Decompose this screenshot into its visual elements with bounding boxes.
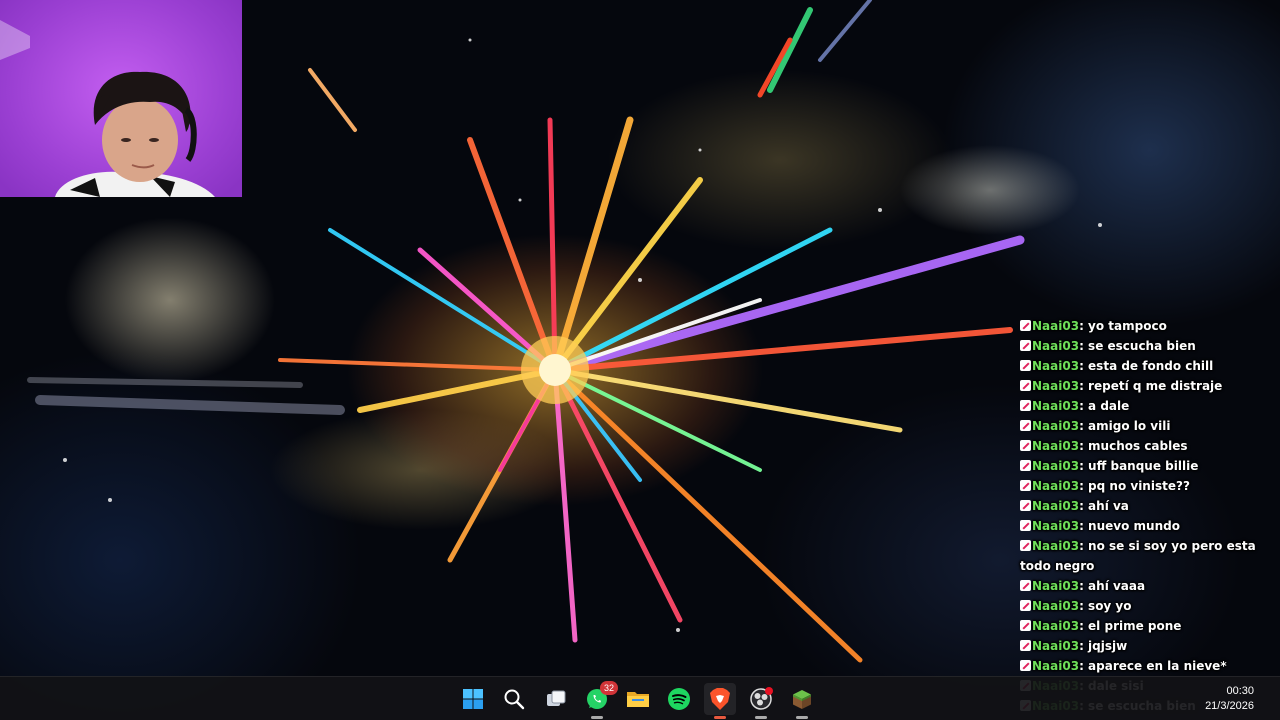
streamer-avatar xyxy=(55,71,215,197)
moderator-badge-icon xyxy=(1020,320,1031,331)
minecraft-button[interactable] xyxy=(786,683,818,719)
chat-username: Naai03 xyxy=(1032,539,1080,553)
chat-message: Naai03: el prime pone xyxy=(1020,616,1260,636)
chat-username: Naai03 xyxy=(1032,579,1080,593)
chat-username: Naai03 xyxy=(1032,639,1080,653)
file-explorer-button[interactable] xyxy=(622,683,654,715)
chat-message: Naai03: ahí vaaa xyxy=(1020,576,1260,596)
webcam-overlay xyxy=(0,0,242,197)
chat-username: Naai03 xyxy=(1032,319,1080,333)
search-icon xyxy=(504,689,525,710)
chat-username: Naai03 xyxy=(1032,519,1080,533)
chat-message: Naai03: nuevo mundo xyxy=(1020,516,1260,536)
chat-message: Naai03: repetí q me distraje xyxy=(1020,376,1260,396)
chat-message: Naai03: jqjsjw xyxy=(1020,636,1260,656)
chat-message: Naai03: no se si soy yo pero esta todo n… xyxy=(1020,539,1256,573)
whatsapp-button[interactable]: 32 xyxy=(581,681,618,719)
chat-username: Naai03 xyxy=(1032,659,1080,673)
chat-message: Naai03: pq no viniste?? xyxy=(1020,476,1260,496)
chat-message-text: yo tampoco xyxy=(1088,319,1167,333)
chat-message-text: uff banque billie xyxy=(1088,459,1199,473)
chat-username: Naai03 xyxy=(1032,599,1080,613)
chat-overlay: Naai03: yo tampoco Naai03: se escucha bie… xyxy=(1020,316,1260,716)
chat-message: Naai03: esta de fondo chill xyxy=(1020,356,1260,376)
obs-button[interactable] xyxy=(745,683,777,719)
chat-username: Naai03 xyxy=(1032,459,1080,473)
chat-message: Naai03: uff banque billie xyxy=(1020,456,1260,476)
chat-message: Naai03: aparece en la nieve* xyxy=(1020,656,1260,676)
obs-icon xyxy=(750,687,773,710)
moderator-badge-icon xyxy=(1020,660,1031,671)
running-indicator xyxy=(755,716,767,719)
chat-message: Naai03: amigo lo vili xyxy=(1020,416,1260,436)
chat-message-text: nuevo mundo xyxy=(1088,519,1180,533)
task-view-button[interactable] xyxy=(540,683,572,715)
search-button[interactable] xyxy=(498,683,530,715)
moderator-badge-icon xyxy=(1020,360,1031,371)
chat-message-text: pq no viniste?? xyxy=(1088,479,1190,493)
chat-username: Naai03 xyxy=(1032,499,1080,513)
chat-message: Naai03: ahí va xyxy=(1020,496,1260,516)
minecraft-icon xyxy=(793,690,811,709)
moderator-badge-icon xyxy=(1020,420,1031,431)
moderator-badge-icon xyxy=(1020,620,1031,631)
moderator-badge-icon xyxy=(1020,540,1031,551)
brave-browser-icon xyxy=(710,688,730,710)
moderator-badge-icon xyxy=(1020,640,1031,651)
moderator-badge-icon xyxy=(1020,580,1031,591)
chat-username: Naai03 xyxy=(1032,379,1080,393)
moderator-badge-icon xyxy=(1020,440,1031,451)
system-clock[interactable]: 00:30 21/3/2026 xyxy=(1205,684,1254,714)
chat-message-text: aparece en la nieve* xyxy=(1088,659,1227,673)
chat-message-text: esta de fondo chill xyxy=(1088,359,1214,373)
moderator-badge-icon xyxy=(1020,600,1031,611)
moderator-badge-icon xyxy=(1020,460,1031,471)
running-indicator xyxy=(714,716,726,719)
chat-username: Naai03 xyxy=(1032,399,1080,413)
task-view-icon xyxy=(547,690,566,706)
chat-message-text: amigo lo vili xyxy=(1088,419,1171,433)
moderator-badge-icon xyxy=(1020,400,1031,411)
chat-username: Naai03 xyxy=(1032,419,1080,433)
chat-message-text: ahí va xyxy=(1088,499,1129,513)
running-indicator xyxy=(591,716,603,719)
chat-message: Naai03: a dale xyxy=(1020,396,1260,416)
moderator-badge-icon xyxy=(1020,380,1031,391)
chat-username: Naai03 xyxy=(1032,619,1080,633)
chat-username: Naai03 xyxy=(1032,439,1080,453)
chat-message-text: se escucha bien xyxy=(1088,339,1196,353)
chat-username: Naai03 xyxy=(1032,479,1080,493)
clock-date: 21/3/2026 xyxy=(1205,700,1254,712)
spotify-button[interactable] xyxy=(663,683,695,715)
running-indicator xyxy=(796,716,808,719)
chat-username: Naai03 xyxy=(1032,359,1080,373)
spotify-icon xyxy=(668,688,690,710)
moderator-badge-icon xyxy=(1020,520,1031,531)
windows-start-button[interactable] xyxy=(457,683,489,715)
taskbar: 32 00:30 21/3/2026 xyxy=(0,676,1280,720)
chat-message-text: soy yo xyxy=(1088,599,1132,613)
chat-message-text: a dale xyxy=(1088,399,1130,413)
chat-message-text: ahí vaaa xyxy=(1088,579,1146,593)
moderator-badge-icon xyxy=(1020,480,1031,491)
moderator-badge-icon xyxy=(1020,340,1031,351)
chat-username: Naai03 xyxy=(1032,339,1080,353)
windows-start-icon xyxy=(463,689,483,709)
chat-message-text: el prime pone xyxy=(1088,619,1182,633)
file-explorer-icon xyxy=(627,692,649,707)
clock-time: 00:30 xyxy=(1226,685,1254,697)
moderator-badge-icon xyxy=(1020,500,1031,511)
whatsapp-notification-badge: 32 xyxy=(600,681,618,695)
chat-message: Naai03: muchos cables xyxy=(1020,436,1260,456)
chat-message-text: jqjsjw xyxy=(1088,639,1128,653)
chat-message: Naai03: yo tampoco xyxy=(1020,316,1260,336)
chat-message-text: repetí q me distraje xyxy=(1088,379,1223,393)
chat-message: Naai03: se escucha bien xyxy=(1020,336,1260,356)
chat-message: Naai03: soy yo xyxy=(1020,596,1260,616)
brave-browser-button[interactable] xyxy=(704,683,736,719)
chat-message-text: muchos cables xyxy=(1088,439,1188,453)
